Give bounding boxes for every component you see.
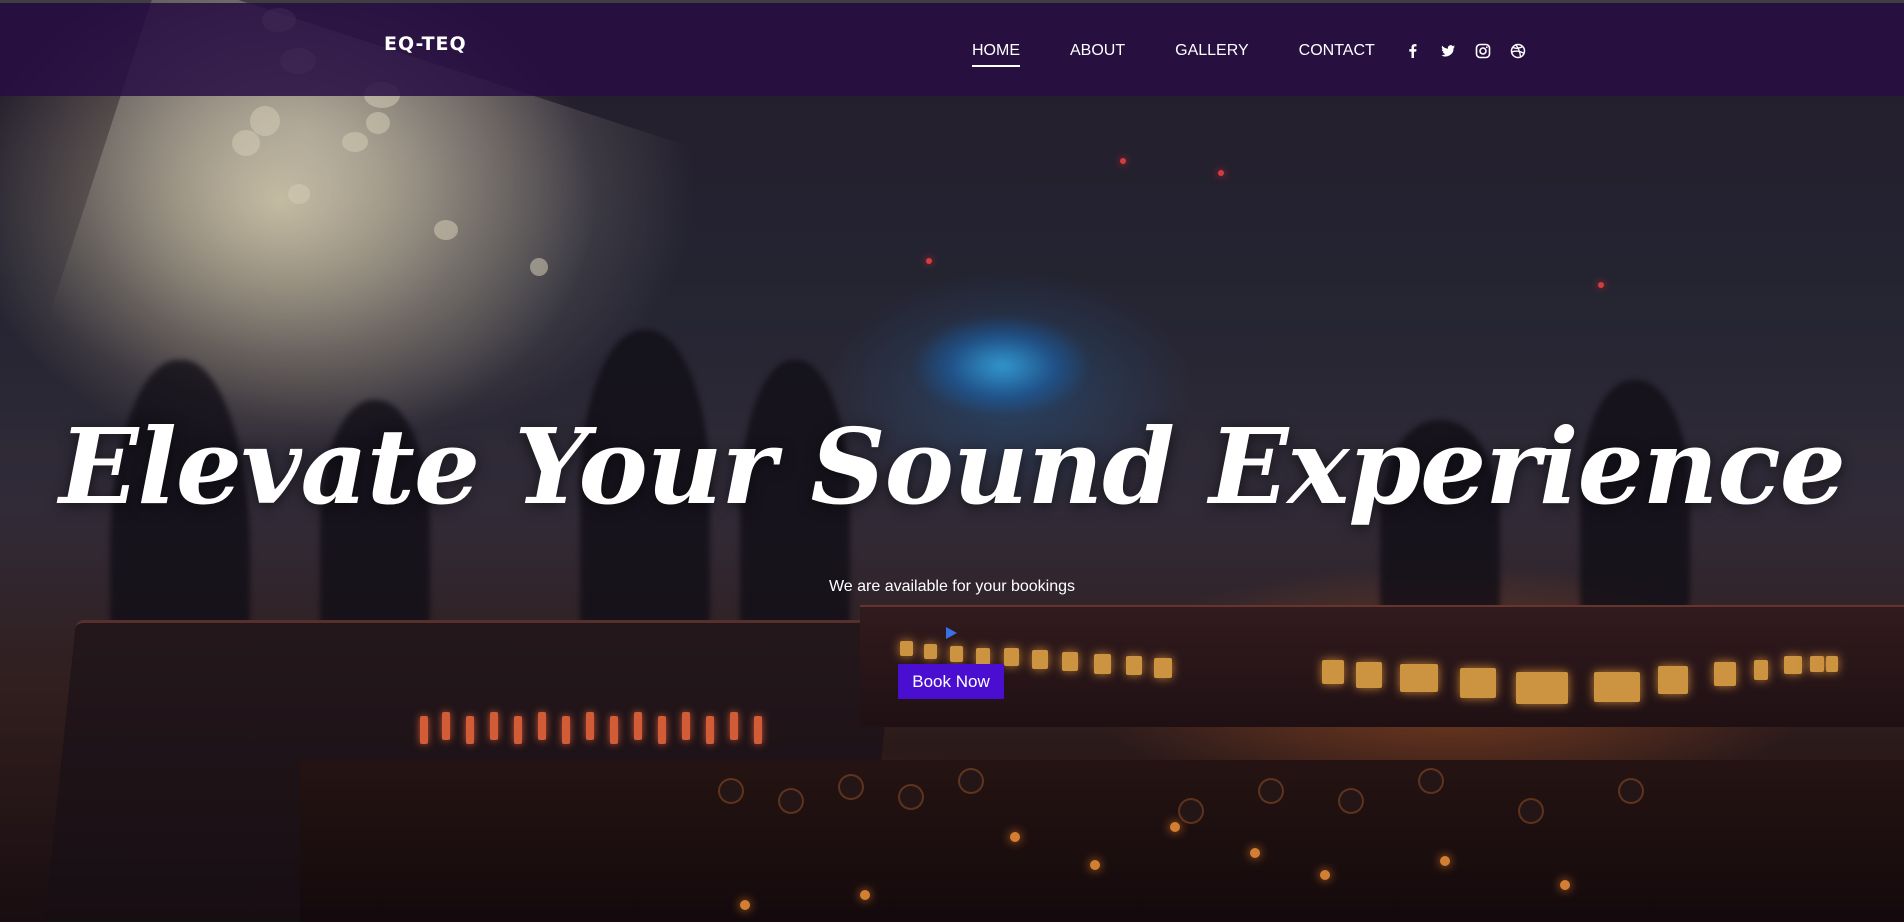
book-now-button[interactable]: Book Now xyxy=(898,664,1004,699)
twitter-icon[interactable] xyxy=(1438,41,1458,61)
hero-subheadline: We are available for your bookings xyxy=(828,578,1076,595)
social-links xyxy=(1403,41,1543,61)
brand-logo[interactable]: EQ-TEQ xyxy=(384,33,467,55)
main-nav: HOME ABOUT GALLERY CONTACT xyxy=(972,42,1425,67)
nav-about-link[interactable]: ABOUT xyxy=(1070,42,1125,60)
instagram-icon[interactable] xyxy=(1473,41,1493,61)
nav-contact-link[interactable]: CONTACT xyxy=(1299,42,1375,60)
facebook-icon[interactable] xyxy=(1403,41,1423,61)
play-icon[interactable] xyxy=(944,626,958,640)
dribbble-icon[interactable] xyxy=(1508,41,1528,61)
top-navbar: EQ-TEQ HOME ABOUT GALLERY CONTACT xyxy=(0,3,1904,96)
hero-headline: Elevate Your Sound Experience xyxy=(59,405,1846,528)
nav-gallery-link[interactable]: GALLERY xyxy=(1175,42,1249,60)
nav-home-link[interactable]: HOME xyxy=(972,42,1020,67)
